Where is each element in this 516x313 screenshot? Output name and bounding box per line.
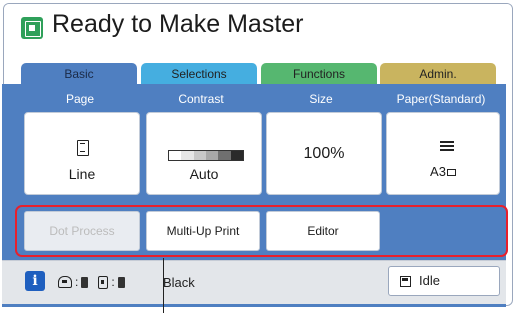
master-icon [21, 17, 43, 39]
ink-level-icon [81, 276, 89, 288]
idle-button[interactable]: Idle [388, 266, 500, 296]
master-level-icon [117, 276, 125, 288]
consumable-status: : : [58, 275, 125, 289]
multi-up-print-button[interactable]: Multi-Up Print [146, 211, 260, 251]
info-icon[interactable]: i [25, 271, 45, 291]
paper-button[interactable]: A3 [386, 112, 500, 195]
title-bar: Ready to Make Master [4, 4, 512, 54]
idle-label: Idle [419, 273, 440, 288]
dot-process-button[interactable]: Dot Process [24, 211, 140, 251]
callout-line [163, 258, 164, 313]
page-title: Ready to Make Master [52, 10, 304, 38]
page-header: Page [65, 92, 95, 106]
tab-admin[interactable]: Admin. [380, 63, 496, 84]
empty-function-slot [386, 211, 500, 251]
editor-button[interactable]: Editor [266, 211, 380, 251]
tab-functions[interactable]: Functions [261, 63, 377, 84]
contrast-header: Contrast [178, 92, 224, 106]
tab-basic[interactable]: Basic [21, 63, 137, 84]
paper-tray-icon [440, 141, 454, 153]
printer-status-icon [400, 276, 411, 287]
ink-color-label: Black [163, 275, 195, 290]
size-button[interactable]: 100% [266, 112, 382, 195]
contrast-scale-icon [168, 150, 244, 161]
size-value: 100% [303, 145, 345, 162]
size-header: Size [309, 92, 333, 106]
master-roll-icon [98, 275, 109, 289]
page-value: Line [68, 166, 96, 182]
tab-selections[interactable]: Selections [141, 63, 257, 84]
contrast-button[interactable]: Auto [146, 112, 262, 195]
document-icon [77, 140, 89, 156]
page-button[interactable]: Line [24, 112, 140, 195]
contrast-value: Auto [189, 166, 219, 182]
ink-icon [58, 276, 72, 288]
paper-header: Paper(Standard) [396, 92, 486, 106]
paper-value: A3 [387, 164, 499, 179]
